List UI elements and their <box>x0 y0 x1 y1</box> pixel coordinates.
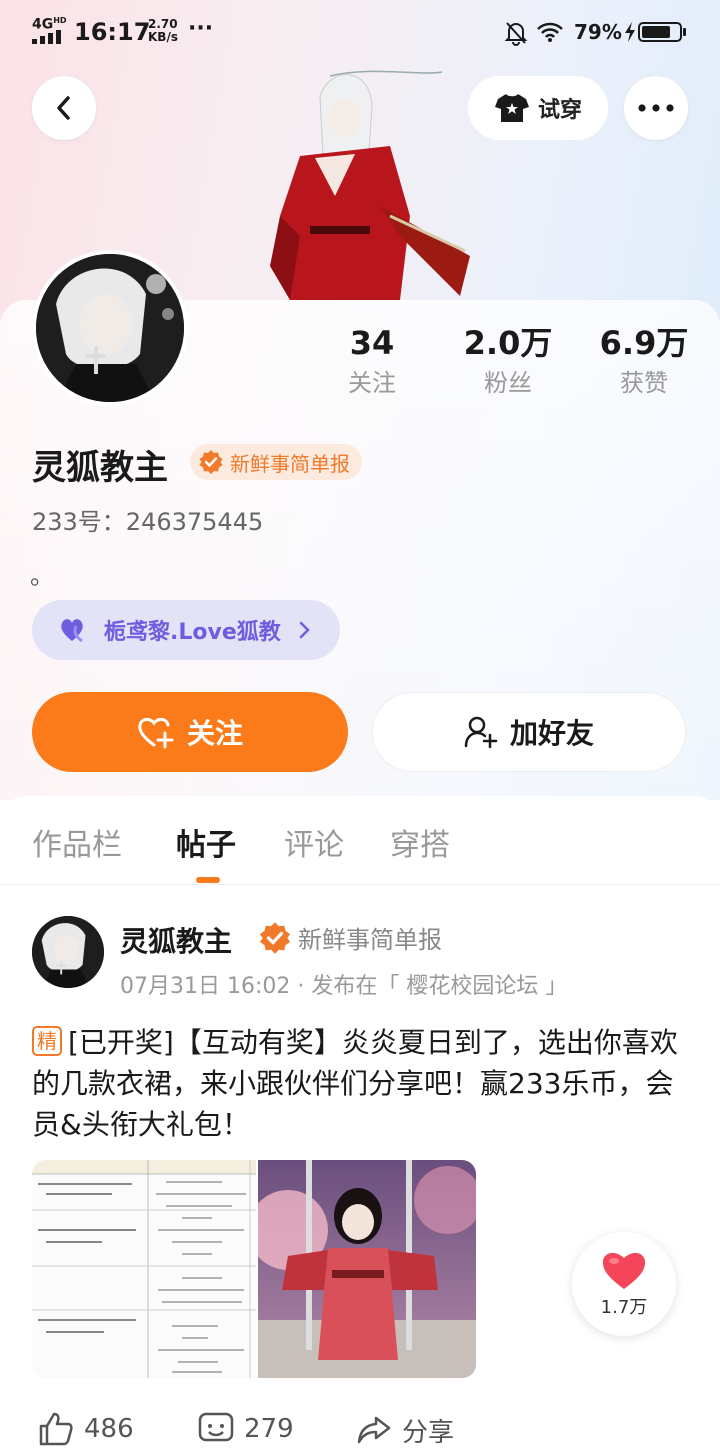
network-speed: 2.70 KB/s <box>148 17 178 44</box>
stat-followers[interactable]: 2.0万 粉丝 <box>448 322 568 400</box>
post-meta[interactable]: 07月31日 16:02 · 发布在「 樱花校园论坛 」 <box>120 968 567 1000</box>
mute-bell-icon <box>504 22 528 46</box>
comment-action[interactable]: 279 <box>198 1412 294 1446</box>
like-count: 1.7万 <box>600 1297 648 1318</box>
post-author-avatar[interactable] <box>32 916 104 988</box>
heart-icon <box>602 1252 646 1289</box>
heart-plus-icon <box>138 717 174 749</box>
avatar-image <box>36 254 184 402</box>
tab-comments[interactable]: 评论 <box>284 820 344 864</box>
like-action-count: 486 <box>84 1414 134 1444</box>
share-icon <box>357 1416 391 1443</box>
stat-value: 6.9万 <box>599 324 689 362</box>
stat-value: 34 <box>349 324 395 362</box>
share-action[interactable]: 分享 <box>356 1412 454 1449</box>
stat-label: 粉丝 <box>484 369 532 397</box>
charging-icon <box>625 22 635 42</box>
post-body[interactable]: 精 [已开奖]【互动有奖】炎炎夏日到了，选出你喜欢的几款衣裙，来小跟伙伴们分享吧！… <box>32 1022 692 1145</box>
battery-level <box>642 26 671 38</box>
post-image-character[interactable] <box>258 1160 476 1378</box>
comment-action-count: 279 <box>244 1414 294 1444</box>
badge-label: 新鲜事简单报 <box>230 451 350 476</box>
like-float-button[interactable]: 1.7万 <box>572 1232 676 1336</box>
guild-label: 栀鸢黎.Love狐教 <box>104 620 281 645</box>
character-avatar-figure <box>270 70 470 300</box>
battery-icon <box>638 22 686 42</box>
follow-button[interactable]: 关注 <box>32 692 348 772</box>
back-button[interactable] <box>32 76 96 140</box>
follow-label: 关注 <box>186 717 243 750</box>
stat-label: 关注 <box>348 369 396 397</box>
character-swing-image <box>258 1160 476 1378</box>
avatar[interactable] <box>32 250 188 406</box>
thumb-up-icon <box>39 1412 73 1446</box>
try-on-label: 试穿 <box>537 98 582 123</box>
signal-icon <box>32 30 61 44</box>
badge-label: 新鲜事简单报 <box>298 926 442 954</box>
stat-likes[interactable]: 6.9万 获赞 <box>584 322 704 400</box>
divider <box>0 884 720 885</box>
tshirt-icon <box>494 94 529 122</box>
status-more: ··· <box>188 16 214 41</box>
post-image-table[interactable] <box>32 1160 256 1378</box>
tab-outfits[interactable]: 穿搭 <box>390 820 450 864</box>
featured-tag: 精 <box>32 1026 62 1056</box>
stat-following[interactable]: 34 关注 <box>312 322 432 400</box>
clock: 16:17 <box>74 18 151 46</box>
stat-label: 获赞 <box>620 369 668 397</box>
try-on-button[interactable]: 试穿 <box>468 76 608 140</box>
chevron-left-icon <box>57 96 70 120</box>
active-tab-indicator <box>196 877 220 883</box>
comment-icon <box>198 1412 234 1442</box>
like-action[interactable]: 486 <box>38 1412 134 1446</box>
chevron-right-icon <box>299 621 310 639</box>
reward-table-image <box>32 1160 256 1378</box>
tab-posts[interactable]: 帖子 <box>176 820 236 864</box>
wifi-icon <box>537 22 563 42</box>
more-button[interactable] <box>624 76 688 140</box>
status-bar: 4GHD 16:17 2.70 KB/s ··· 79% <box>0 0 720 64</box>
add-user-icon <box>464 716 498 749</box>
tab-works[interactable]: 作品栏 <box>32 820 122 864</box>
post-avatar-image <box>32 916 104 988</box>
post-text: [已开奖]【互动有奖】炎炎夏日到了，选出你喜欢的几款衣裙，来小跟伙伴们分享吧！赢… <box>32 1026 678 1141</box>
more-dots-icon <box>638 104 674 112</box>
post-author-badge: 新鲜事简单报 <box>258 920 442 955</box>
battery-percent: 79% <box>574 20 622 44</box>
guild-button[interactable]: 栀鸢黎.Love狐教 <box>32 600 340 660</box>
verified-icon <box>259 921 291 954</box>
share-action-label: 分享 <box>402 1418 455 1448</box>
double-heart-icon <box>61 619 83 643</box>
verified-badge[interactable]: 新鲜事简单报 <box>190 444 362 480</box>
post-author-name[interactable]: 灵狐教主 <box>120 920 232 960</box>
add-friend-label: 加好友 <box>509 717 594 750</box>
profile-name: 灵狐教主 <box>32 448 168 488</box>
add-friend-button[interactable]: 加好友 <box>372 692 686 772</box>
bio: 。 <box>30 562 54 590</box>
stat-value: 2.0万 <box>463 324 553 362</box>
verified-icon <box>199 450 223 474</box>
user-id: 233号：246375445 <box>32 508 264 536</box>
